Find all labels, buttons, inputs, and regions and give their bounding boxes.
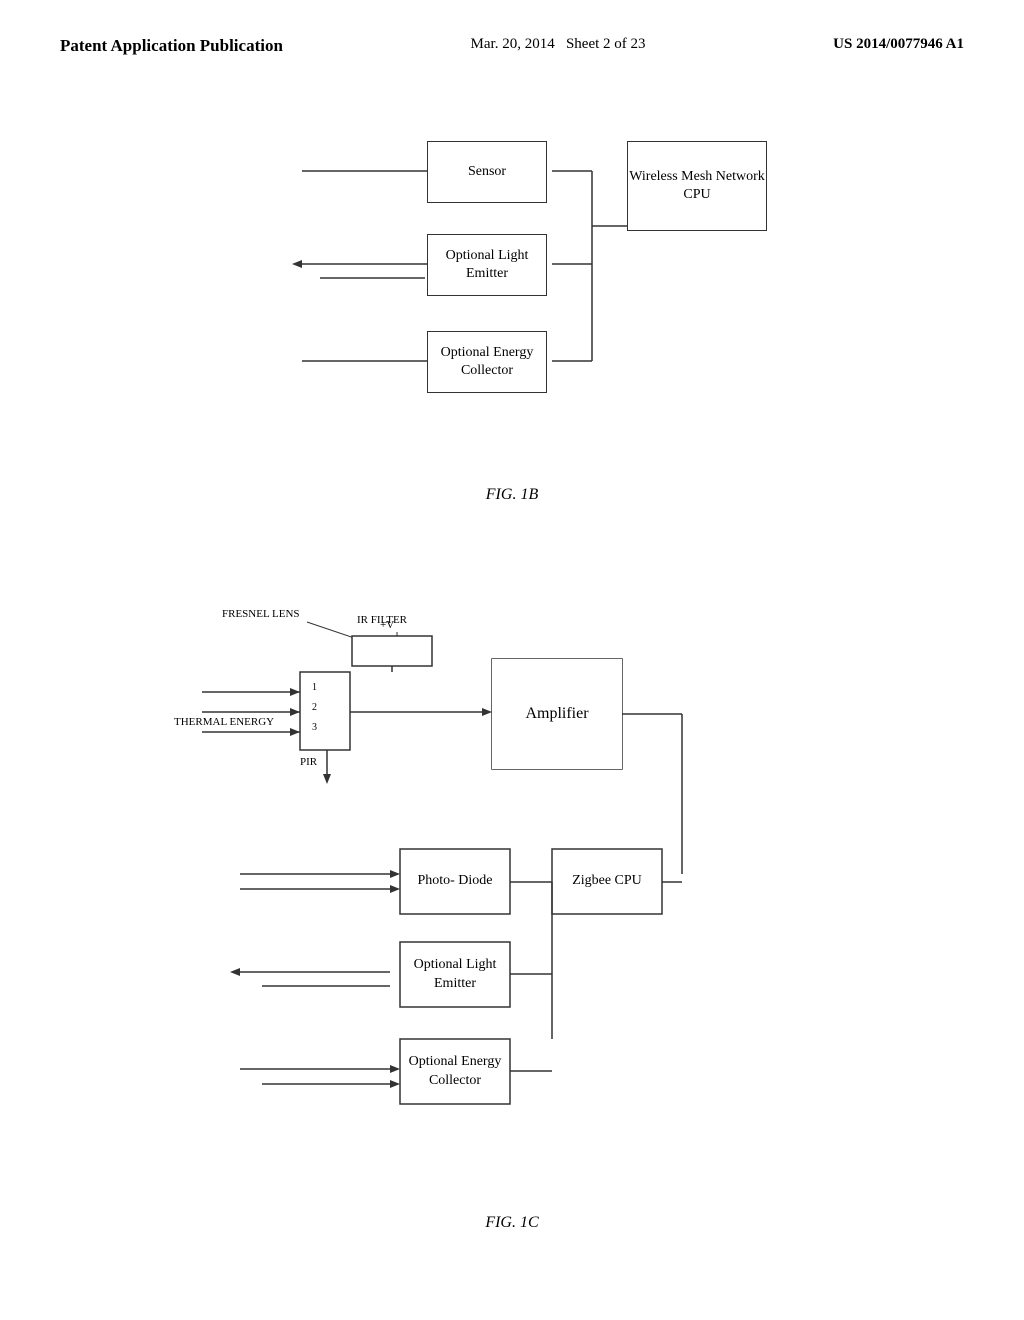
fig1c-diagram: FRESNEL LENS IR FILTER +V THERMAL ENERGY… bbox=[0, 564, 1024, 1232]
plus-v-label: +V bbox=[380, 619, 394, 631]
patent-number: US 2014/0077946 A1 bbox=[833, 36, 964, 53]
thermal-energy-label: THERMAL ENERGY bbox=[174, 716, 274, 728]
fig1b-container: Sensor Wireless Mesh Network CPU Optiona… bbox=[172, 116, 852, 476]
pin1-label: 1 bbox=[312, 682, 317, 693]
fig1b-diagram: Sensor Wireless Mesh Network CPU Optiona… bbox=[0, 116, 1024, 504]
date-sheet: Mar. 20, 2014 Sheet 2 of 23 bbox=[471, 36, 646, 53]
energy-collector-box: Optional Energy Collector bbox=[427, 331, 547, 393]
wireless-box: Wireless Mesh Network CPU bbox=[627, 141, 767, 231]
sensor-box: Sensor bbox=[427, 141, 547, 203]
pin3-label: 3 bbox=[312, 722, 317, 733]
light-emitter-1c-text: Optional Light Emitter bbox=[400, 942, 510, 1007]
fig1b-label: FIG. 1B bbox=[0, 486, 1024, 504]
photo-diode-text: Photo- Diode bbox=[400, 849, 510, 914]
pir-label: PIR bbox=[300, 756, 317, 768]
fresnel-lens-label: FRESNEL LENS bbox=[222, 608, 300, 620]
publication-label: Patent Application Publication bbox=[60, 36, 283, 56]
fig1c-container: FRESNEL LENS IR FILTER +V THERMAL ENERGY… bbox=[122, 564, 902, 1244]
zigbee-text: Zigbee CPU bbox=[552, 849, 662, 914]
page-header: Patent Application Publication Mar. 20, … bbox=[0, 0, 1024, 56]
energy-collector-1c-text: Optional Energy Collector bbox=[400, 1039, 510, 1104]
pin2-label: 2 bbox=[312, 702, 317, 713]
light-emitter-box: Optional Light Emitter bbox=[427, 234, 547, 296]
amplifier-box: Amplifier bbox=[492, 659, 622, 769]
